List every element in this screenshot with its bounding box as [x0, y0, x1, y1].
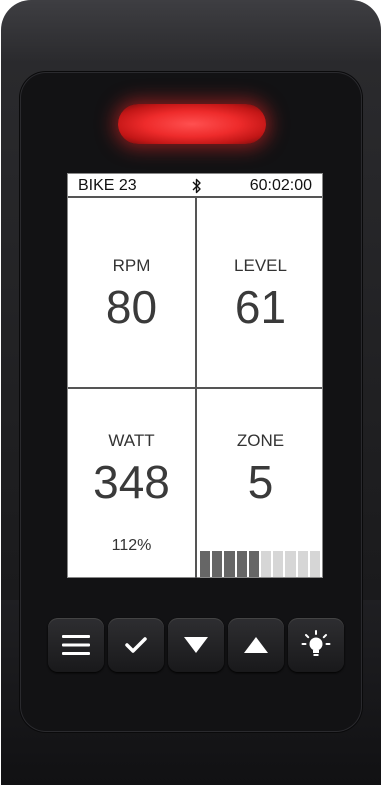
triangle-down-icon — [184, 637, 208, 653]
zone-segment — [224, 551, 235, 577]
bluetooth-icon — [192, 178, 201, 194]
bike-label: BIKE 23 — [78, 177, 137, 194]
zone-segment — [297, 551, 308, 577]
status-led — [118, 104, 266, 144]
watt-label: WATT — [108, 431, 155, 450]
checkmark-icon — [125, 637, 147, 653]
light-button[interactable] — [288, 618, 344, 672]
zone-segment — [212, 551, 223, 577]
watt-value: 348 — [93, 456, 170, 508]
zone-segment — [309, 551, 321, 577]
display-screen: BIKE 23 60:02:00 RPM 80 LEVEL 61 WATT 34… — [67, 173, 323, 578]
confirm-button[interactable] — [108, 618, 164, 672]
down-button[interactable] — [168, 618, 224, 672]
zone-segment — [248, 551, 260, 577]
zone-label: ZONE — [236, 431, 285, 450]
triangle-up-icon — [244, 637, 268, 653]
button-row — [48, 618, 344, 674]
status-bar: BIKE 23 60:02:00 — [68, 174, 322, 198]
elapsed-time: 60:02:00 — [249, 177, 312, 194]
grid-divider-horizontal — [68, 387, 322, 389]
zone-value: 5 — [247, 456, 274, 508]
zone-segment — [261, 551, 272, 577]
up-button[interactable] — [228, 618, 284, 672]
zone-segment — [200, 551, 211, 577]
menu-button[interactable] — [48, 618, 104, 672]
zone-segment — [285, 551, 296, 577]
lightbulb-icon — [301, 630, 331, 656]
watt-percent: 112% — [111, 537, 152, 554]
zone-segment — [236, 551, 247, 577]
rpm-label: RPM — [112, 256, 151, 275]
zone-progress-bar — [200, 551, 321, 577]
rpm-value: 80 — [105, 281, 158, 333]
level-label: LEVEL — [234, 256, 287, 275]
level-value: 61 — [234, 281, 287, 333]
zone-segment — [273, 551, 284, 577]
menu-icon — [62, 635, 90, 655]
